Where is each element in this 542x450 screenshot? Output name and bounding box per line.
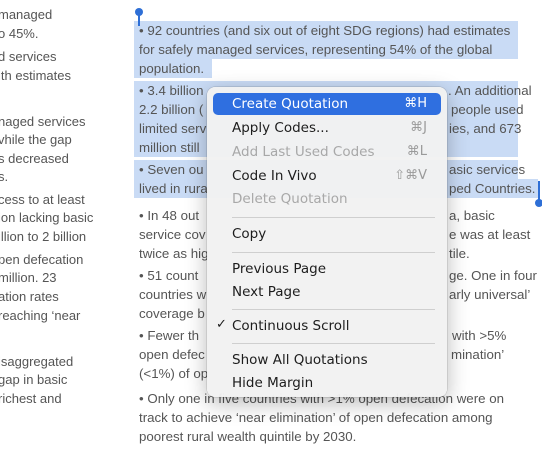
menu-separator	[232, 343, 435, 344]
doc-text-fragment: e was at least	[449, 227, 531, 242]
doc-text-line: 2.2 billion (	[139, 102, 204, 117]
doc-text-fragment: asic services	[449, 162, 526, 177]
doc-text-fragment: tile.	[449, 246, 470, 261]
checkmark-icon: ✓	[216, 317, 227, 332]
menu-item-previous-page[interactable]: Previous Page	[213, 258, 441, 280]
shortcut-label: ⌘L	[406, 144, 427, 159]
menu-item-delete-quotation: Delete Quotation	[232, 191, 348, 207]
doc-text-line: coverage b	[139, 306, 205, 321]
doc-text-line: million still	[139, 140, 200, 155]
doc-text-fragment: a, basic	[449, 208, 495, 223]
doc-text-line: • In 48 out	[139, 208, 200, 223]
doc-text-fragment: with >5%	[452, 328, 507, 343]
doc-text-line: • 3.4 billion	[139, 83, 204, 98]
doc-text-line: • Seven ou	[139, 162, 204, 177]
menu-item-next-page[interactable]: Next Page	[213, 281, 441, 303]
menu-item-apply-codes[interactable]: Apply Codes... ⌘J	[213, 117, 441, 139]
doc-text-fragment: ge. One in four	[449, 268, 537, 283]
doc-text-line: for safely managed services, representin…	[139, 42, 493, 57]
menu-item-code-in-vivo[interactable]: Code In Vivo ⇧⌘V	[213, 165, 441, 187]
shortcut-label: ⇧⌘V	[394, 168, 427, 183]
menu-item-show-all-quotations[interactable]: Show All Quotations	[213, 349, 441, 371]
menu-item-hide-margin[interactable]: Hide Margin	[213, 372, 441, 394]
shortcut-label: ⌘J	[410, 120, 427, 135]
doc-text-line: open defec	[139, 347, 205, 362]
doc-text-line: poorest rural wealth quintile by 2030.	[139, 429, 357, 444]
context-menu: Create Quotation ⌘H Apply Codes... ⌘J Ad…	[207, 87, 447, 397]
doc-text-line: • 51 count	[139, 268, 199, 283]
doc-text-line: (<1%) of op	[139, 366, 209, 381]
doc-text-fragment: arly universal’	[449, 287, 531, 302]
shortcut-label: ⌘H	[404, 96, 427, 111]
doc-text-fragment: people used	[451, 102, 524, 117]
doc-text-line: service cov	[139, 227, 206, 242]
doc-text-fragment: ped Countries.	[449, 181, 536, 196]
menu-item-continuous-scroll[interactable]: ✓ Continuous Scroll	[213, 315, 441, 337]
doc-text-line: twice as hig	[139, 246, 209, 261]
menu-separator	[232, 252, 435, 253]
doc-text-line: • Fewer th	[139, 328, 200, 343]
menu-item-create-quotation[interactable]: Create Quotation ⌘H	[213, 93, 441, 115]
doc-text-line: population.	[139, 61, 205, 76]
menu-item-copy[interactable]: Copy	[213, 223, 441, 245]
selection-end-caret	[538, 181, 540, 201]
doc-text-line: lived in rura	[139, 181, 208, 196]
menu-separator	[232, 309, 435, 310]
menu-item-add-last-used-codes: Add Last Used Codes ⌘L	[232, 144, 427, 160]
doc-text-line: track to achieve ‘near elimination’ of o…	[139, 410, 493, 425]
doc-text-fragment: mination’	[451, 347, 505, 362]
doc-text-line: limited serv	[139, 121, 207, 136]
doc-text-line: • 92 countries (and six out of eight SDG…	[139, 23, 511, 38]
selection-end-handle[interactable]	[535, 199, 542, 207]
doc-text-fragment: . An additional	[448, 83, 532, 98]
doc-text-line: countries w	[139, 287, 207, 302]
menu-separator	[232, 217, 435, 218]
selection-start-caret	[138, 12, 140, 26]
doc-text-fragment: ies, and 673	[449, 121, 522, 136]
